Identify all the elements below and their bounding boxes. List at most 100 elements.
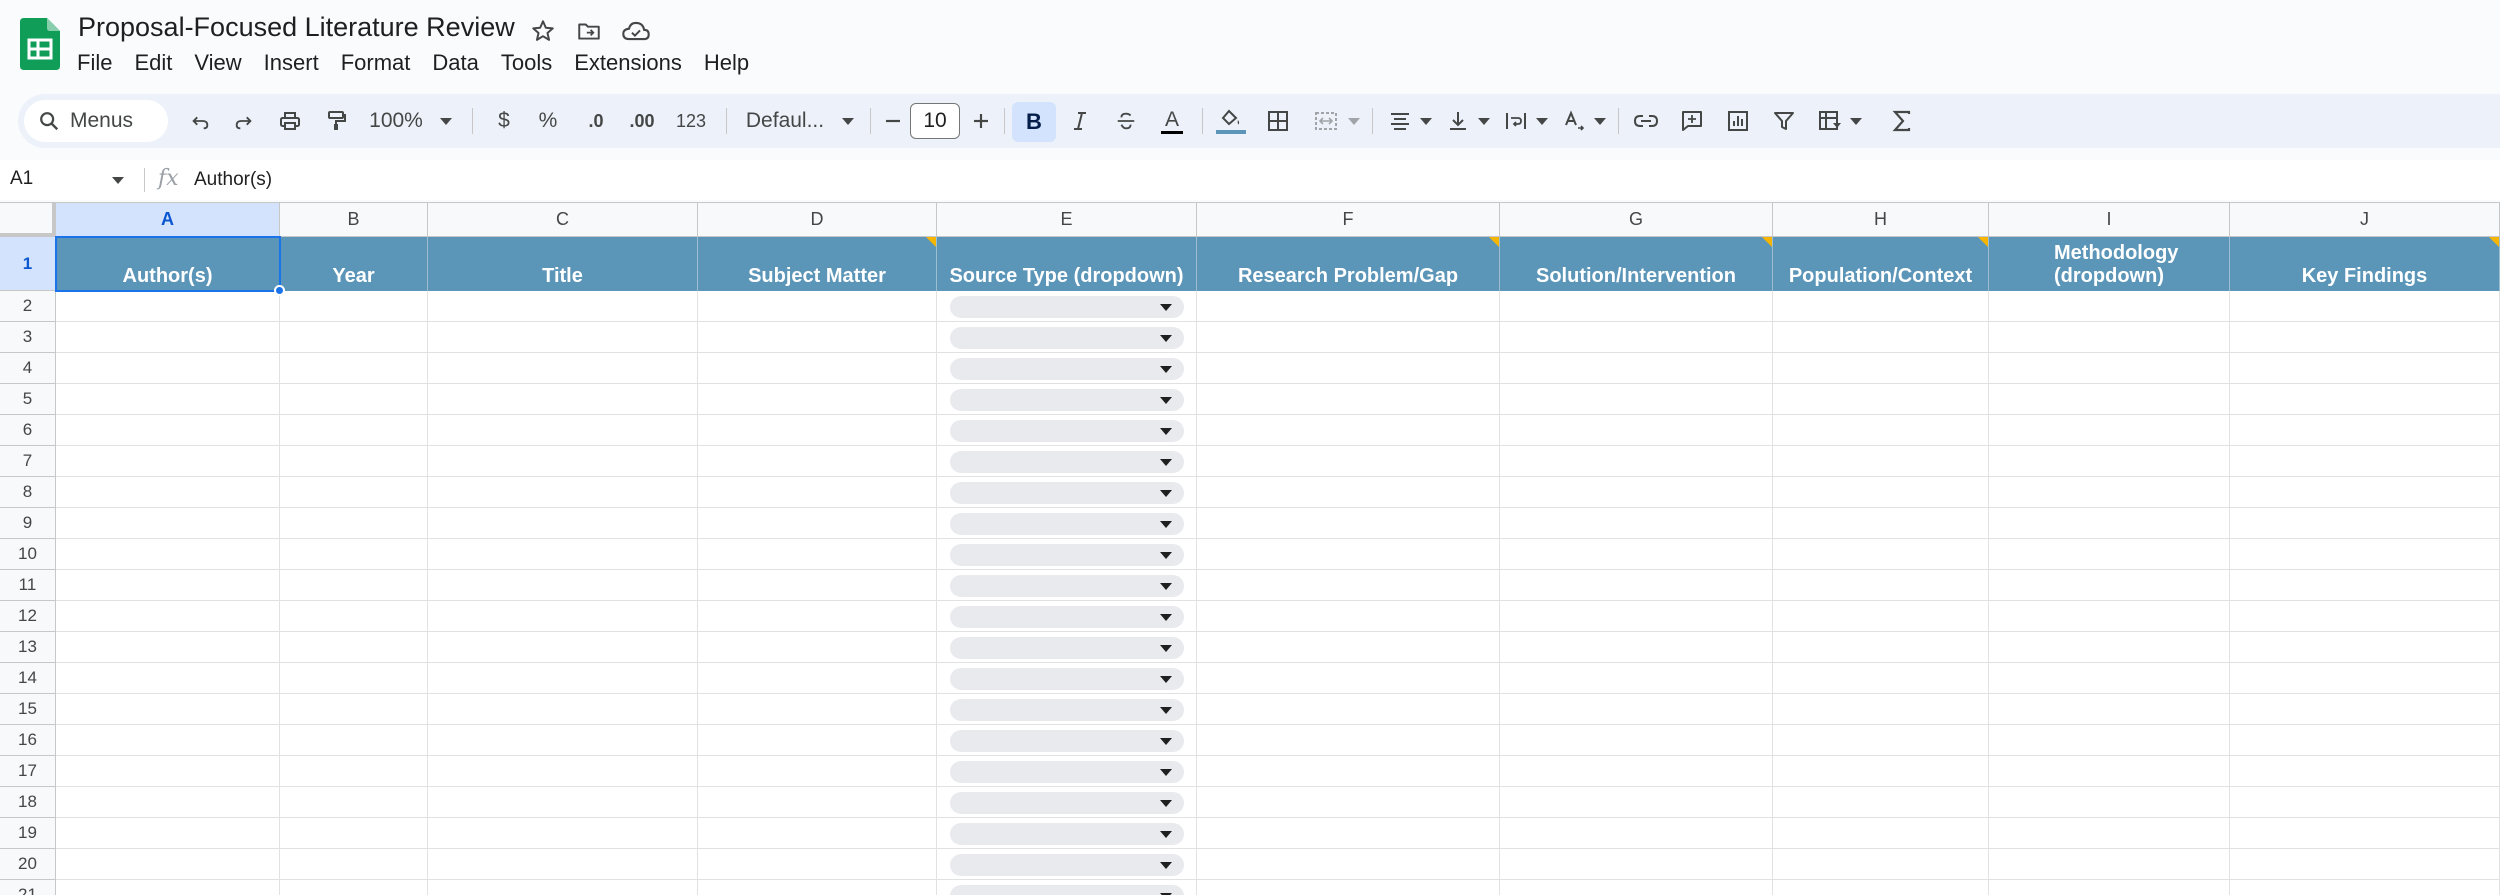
cell-e16[interactable] [937,725,1197,756]
cell-j18[interactable] [2230,787,2500,818]
currency-format-button[interactable]: $ [488,94,520,148]
cell-h13[interactable] [1773,632,1989,663]
cell-a21[interactable] [56,880,280,895]
cell-g12[interactable] [1500,601,1773,632]
text-wrapping-icon[interactable] [1496,94,1536,148]
cell-g6[interactable] [1500,415,1773,446]
cell-f9[interactable] [1197,508,1500,539]
row-header-8[interactable]: 8 [0,477,56,508]
dropdown-chip[interactable] [950,884,1184,895]
cell-d9[interactable] [698,508,937,539]
dropdown-chevron-down-icon[interactable] [1160,830,1172,838]
cell-note-indicator[interactable] [2489,237,2499,247]
cell-b13[interactable] [280,632,428,663]
cell-a13[interactable] [56,632,280,663]
cell-h8[interactable] [1773,477,1989,508]
cell-e21[interactable] [937,880,1197,895]
dropdown-chevron-down-icon[interactable] [1160,489,1172,497]
dropdown-chevron-down-icon[interactable] [1160,458,1172,466]
increase-decimal-button[interactable]: .00 [622,94,662,148]
font-chevron-down-icon[interactable] [836,94,860,148]
cell-d14[interactable] [698,663,937,694]
functions-icon[interactable] [1882,94,1922,148]
cell-note-indicator[interactable] [1489,237,1499,247]
column-header-b[interactable]: B [280,203,428,237]
cell-g17[interactable] [1500,756,1773,787]
dropdown-chevron-down-icon[interactable] [1160,303,1172,311]
cell-e6[interactable] [937,415,1197,446]
cell-d8[interactable] [698,477,937,508]
cell-b2[interactable] [280,291,428,322]
row-header-1[interactable]: 1 [0,237,56,291]
cell-d11[interactable] [698,570,937,601]
cell-c4[interactable] [428,353,698,384]
dropdown-chip[interactable] [950,729,1184,752]
cell-g10[interactable] [1500,539,1773,570]
cell-g8[interactable] [1500,477,1773,508]
cell-g11[interactable] [1500,570,1773,601]
cell-f4[interactable] [1197,353,1500,384]
cell-a6[interactable] [56,415,280,446]
menu-data[interactable]: Data [421,46,489,80]
dropdown-chip[interactable] [950,357,1184,380]
cell-c3[interactable] [428,322,698,353]
dropdown-chevron-down-icon[interactable] [1160,768,1172,776]
cell-a20[interactable] [56,849,280,880]
filter-icon[interactable] [1764,94,1804,148]
cell-h4[interactable] [1773,353,1989,384]
column-header-g[interactable]: G [1500,203,1773,237]
menu-extensions[interactable]: Extensions [563,46,693,80]
cell-f13[interactable] [1197,632,1500,663]
header-cell-j[interactable]: Key Findings [2230,237,2500,291]
cell-e10[interactable] [937,539,1197,570]
row-header-14[interactable]: 14 [0,663,56,694]
cell-i15[interactable] [1989,694,2230,725]
cell-c15[interactable] [428,694,698,725]
cell-e18[interactable] [937,787,1197,818]
cell-i13[interactable] [1989,632,2230,663]
cell-e17[interactable] [937,756,1197,787]
dropdown-chevron-down-icon[interactable] [1160,551,1172,559]
cell-i18[interactable] [1989,787,2230,818]
cell-c6[interactable] [428,415,698,446]
cell-j9[interactable] [2230,508,2500,539]
cell-a15[interactable] [56,694,280,725]
cell-d16[interactable] [698,725,937,756]
cell-g18[interactable] [1500,787,1773,818]
cell-c10[interactable] [428,539,698,570]
more-formats-button[interactable]: 123 [668,94,714,148]
menu-help[interactable]: Help [693,46,760,80]
cell-h3[interactable] [1773,322,1989,353]
row-header-21[interactable]: 21 [0,880,56,895]
dropdown-chip[interactable] [950,760,1184,783]
vertical-align-icon[interactable] [1438,94,1478,148]
cell-a11[interactable] [56,570,280,601]
font-size-input[interactable]: 10 [910,103,960,139]
merge-cells-icon[interactable] [1306,94,1346,148]
cell-d13[interactable] [698,632,937,663]
cell-i9[interactable] [1989,508,2230,539]
cell-g13[interactable] [1500,632,1773,663]
insert-chart-icon[interactable] [1718,94,1758,148]
row-header-7[interactable]: 7 [0,446,56,477]
cell-g21[interactable] [1500,880,1773,895]
menu-edit[interactable]: Edit [123,46,183,80]
dropdown-chip[interactable] [950,636,1184,659]
cell-a9[interactable] [56,508,280,539]
dropdown-chevron-down-icon[interactable] [1160,334,1172,342]
cell-i21[interactable] [1989,880,2230,895]
cell-g5[interactable] [1500,384,1773,415]
cell-i19[interactable] [1989,818,2230,849]
row-header-9[interactable]: 9 [0,508,56,539]
dropdown-chevron-down-icon[interactable] [1160,799,1172,807]
cell-b17[interactable] [280,756,428,787]
cell-j14[interactable] [2230,663,2500,694]
header-cell-d[interactable]: Subject Matter [698,237,937,291]
menu-view[interactable]: View [183,46,252,80]
cell-g14[interactable] [1500,663,1773,694]
insert-link-icon[interactable] [1626,94,1666,148]
cell-c12[interactable] [428,601,698,632]
dropdown-chevron-down-icon[interactable] [1160,861,1172,869]
row-header-3[interactable]: 3 [0,322,56,353]
cell-g7[interactable] [1500,446,1773,477]
